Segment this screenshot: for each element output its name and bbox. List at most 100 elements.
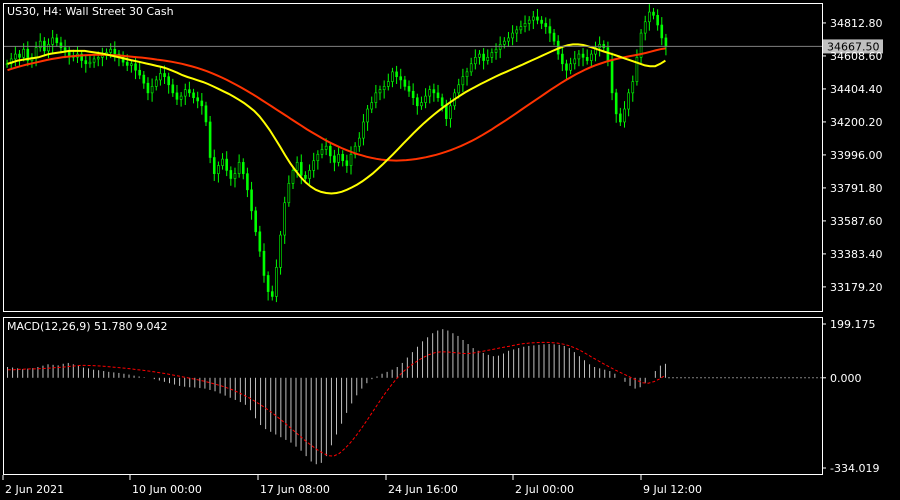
candle-body — [154, 79, 158, 87]
candle-body — [469, 63, 473, 73]
candle-body — [449, 105, 452, 120]
candle-body — [511, 32, 514, 39]
candle-body — [113, 48, 117, 55]
time-tick-label: 24 Jun 16:00 — [388, 483, 458, 496]
candle-body — [420, 102, 423, 107]
time-tick-label: 9 Jul 12:00 — [643, 483, 702, 496]
candle-body — [370, 102, 374, 110]
candle-body — [84, 60, 88, 65]
candle-body — [266, 275, 270, 292]
candle-body — [494, 48, 498, 53]
candle-body — [258, 231, 262, 252]
candle-body — [561, 53, 564, 65]
candle-body — [569, 63, 572, 71]
macd-tick-label: 0.000 — [830, 372, 862, 385]
candle-body — [399, 76, 403, 81]
candle-body — [291, 170, 295, 184]
candle-body — [486, 57, 490, 61]
candle-body — [270, 291, 274, 297]
candle-body — [208, 121, 212, 158]
candle-body — [386, 81, 390, 87]
candle-body — [523, 23, 527, 27]
candle-body — [432, 89, 436, 94]
time-tick-label: 17 Jun 08:00 — [260, 483, 330, 496]
candle-body — [237, 162, 241, 174]
candle-body — [295, 162, 299, 171]
candle-body — [445, 105, 448, 120]
chart-canvas: 34667.50 US30, H4: Wall Street 30 Cash M… — [0, 0, 900, 500]
candle-body — [167, 76, 170, 86]
candle-body — [275, 267, 278, 297]
candle-body — [395, 71, 398, 78]
candle-body — [324, 145, 328, 150]
candle-body — [92, 58, 96, 63]
candle-body — [63, 47, 67, 52]
candle-body — [507, 37, 510, 42]
candle-body — [544, 23, 548, 27]
candle-body — [515, 29, 519, 34]
candle-body — [55, 37, 59, 44]
candle-body — [192, 92, 195, 99]
candle-body — [465, 71, 469, 78]
candle-body — [660, 24, 664, 39]
candle-body — [250, 189, 253, 212]
candle-body — [345, 160, 349, 166]
candle-body — [341, 153, 345, 162]
chart-title: US30, H4: Wall Street 30 Cash — [7, 5, 174, 18]
candle-body — [627, 92, 630, 110]
candle-body — [316, 153, 320, 162]
candle-body — [382, 86, 386, 90]
candle-body — [130, 63, 133, 66]
candle-body — [101, 55, 104, 58]
candle-body — [606, 47, 610, 61]
candle-body — [424, 95, 427, 103]
candle-body — [652, 11, 655, 16]
candle-body — [565, 63, 568, 71]
price-tick-label: 34608.60 — [830, 50, 883, 63]
candle-body — [440, 97, 444, 107]
candle-body — [333, 155, 336, 163]
candle-body — [134, 63, 137, 71]
candle-body — [590, 53, 593, 61]
candle-body — [200, 100, 204, 107]
candle-body — [212, 157, 216, 174]
candle-body — [573, 58, 577, 65]
candle-body — [96, 57, 100, 60]
candle-body — [623, 108, 626, 123]
candle-body — [366, 108, 369, 123]
candle-body — [461, 76, 465, 86]
candle-body — [196, 97, 199, 102]
candle-body — [540, 19, 543, 24]
candle-body — [14, 53, 17, 60]
candle-body — [337, 153, 340, 163]
candle-body — [614, 92, 618, 115]
candle-body — [619, 113, 622, 123]
candle-body — [217, 165, 220, 174]
candle-body — [159, 73, 162, 81]
macd-indicator-label: MACD(12,26,9) 51.780 9.042 — [7, 320, 168, 333]
candle-body — [225, 158, 228, 171]
candle-body — [22, 48, 25, 58]
candle-body — [503, 40, 506, 45]
candle-body — [299, 162, 303, 176]
candle-body — [403, 79, 407, 87]
candle-body — [34, 47, 38, 58]
chart-background — [0, 0, 900, 500]
candle-body — [188, 89, 191, 94]
candle-body — [304, 174, 307, 179]
candle-body — [171, 84, 175, 94]
candle-body — [109, 48, 112, 53]
candle-body — [552, 32, 556, 42]
candle-body — [163, 73, 166, 78]
candle-body — [262, 250, 266, 276]
candle-body — [585, 57, 589, 61]
candle-body — [581, 53, 585, 58]
candle-body — [241, 162, 245, 174]
candle-body — [47, 44, 50, 52]
candle-body — [490, 52, 494, 58]
price-tick-label: 34200.20 — [830, 116, 883, 129]
candle-body — [221, 158, 224, 166]
price-tick-label: 33383.40 — [830, 248, 883, 261]
candle-body — [643, 21, 647, 34]
candle-body — [457, 84, 461, 94]
